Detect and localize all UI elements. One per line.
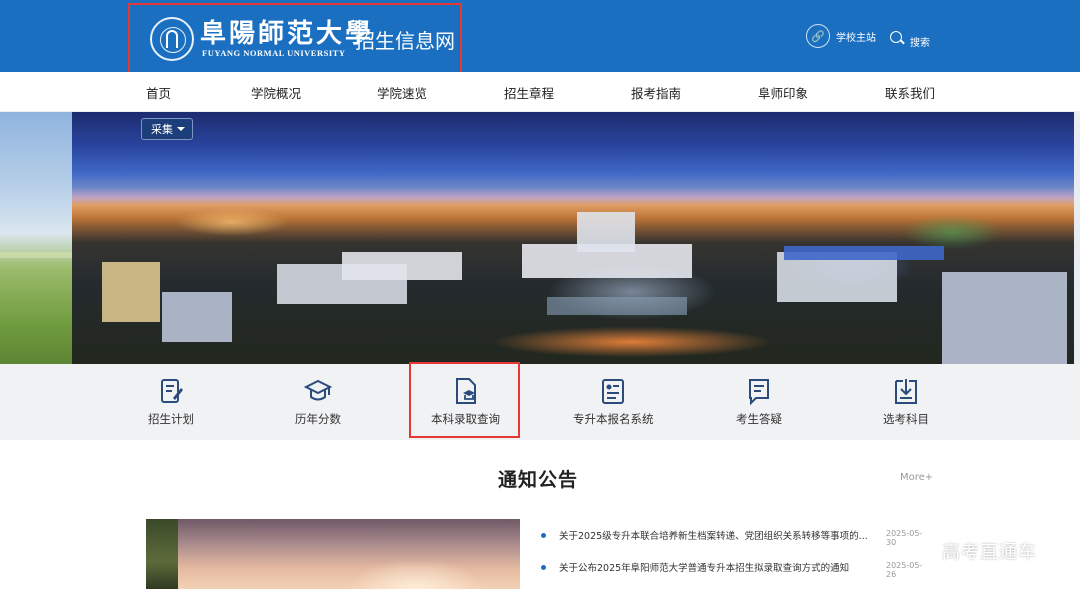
list-item[interactable]: 关于2025级专升本联合培养新生档案转递、党团组织关系转移等事项的... 202… xyxy=(541,528,931,547)
quick-link-label: 招生计划 xyxy=(148,412,194,426)
quick-link-label: 历年分数 xyxy=(295,412,341,426)
campus-night-photo xyxy=(72,112,1080,364)
quick-links-bar: 招生计划 历年分数 本科录取查询 专升本报名系统 考生答疑 选考科目 xyxy=(0,364,1080,440)
quick-link-label: 专升本报名系统 xyxy=(573,412,654,426)
nav-item-overview[interactable]: 学院概况 xyxy=(251,83,301,102)
hero-banner[interactable]: 采集 xyxy=(0,112,1080,364)
quick-link-past-scores[interactable]: 历年分数 xyxy=(295,376,341,427)
quick-link-enrollment-plan[interactable]: 招生计划 xyxy=(148,376,194,427)
bullet-icon xyxy=(541,533,546,538)
notice-section-title: 通知公告 xyxy=(498,469,579,491)
university-seal-icon xyxy=(150,17,194,61)
download-subjects-icon xyxy=(895,379,917,404)
quick-link-label: 考生答疑 xyxy=(736,412,782,426)
quick-link-registration-system[interactable]: 专升本报名系统 xyxy=(573,376,654,427)
brand-logo-link[interactable]: 阜陽師范大學 FUYANG NORMAL UNIVERSITY 招生信息网 xyxy=(128,3,462,74)
previous-slide-preview xyxy=(0,112,72,364)
caret-down-icon xyxy=(177,127,185,131)
watermark: 高考直通车 xyxy=(942,542,1037,563)
notice-text[interactable]: 关于2025级专升本联合培养新生档案转递、党团组织关系转移等事项的... xyxy=(559,528,884,542)
more-link[interactable]: More+ xyxy=(900,472,933,483)
quick-link-qa[interactable]: 考生答疑 xyxy=(736,376,782,427)
qa-icon xyxy=(749,379,769,406)
notice-date: 2025-05-30 xyxy=(886,529,923,547)
collection-dropdown[interactable]: 采集 xyxy=(141,118,193,140)
notice-text[interactable]: 关于公布2025年阜阳师范大学普通专升本招生拟录取查询方式的通知 xyxy=(559,560,884,574)
school-main-site-label: 学校主站 xyxy=(836,32,876,44)
search-label: 搜索 xyxy=(910,37,930,49)
bullet-icon xyxy=(541,565,546,570)
search-button[interactable]: 搜索 xyxy=(890,26,930,50)
next-slide-edge xyxy=(1074,112,1080,364)
collection-dropdown-label: 采集 xyxy=(151,123,173,136)
nav-item-regulations[interactable]: 招生章程 xyxy=(504,83,554,102)
brand-name-en: FUYANG NORMAL UNIVERSITY xyxy=(202,48,346,58)
registration-system-icon xyxy=(602,379,625,404)
notice-feature-image[interactable] xyxy=(146,519,520,589)
nav-item-contact[interactable]: 联系我们 xyxy=(885,83,935,102)
nav-item-impression[interactable]: 阜师印象 xyxy=(758,83,808,102)
nav-item-guide[interactable]: 报考指南 xyxy=(631,83,681,102)
nav-item-quick-view[interactable]: 学院速览 xyxy=(377,83,427,102)
graduation-cap-icon xyxy=(303,379,333,401)
quick-link-label: 选考科目 xyxy=(883,412,929,426)
plan-icon xyxy=(161,379,183,403)
list-item[interactable]: 关于公布2025年阜阳师范大学普通专升本招生拟录取查询方式的通知 2025-05… xyxy=(541,560,931,579)
site-name: 招生信息网 xyxy=(355,29,455,53)
search-icon xyxy=(890,31,904,45)
brand-name-cn: 阜陽師范大學 xyxy=(200,19,375,49)
school-main-site-link[interactable]: 🔗 学校主站 xyxy=(806,24,876,48)
main-nav: 首页 学院概况 学院速览 招生章程 报考指南 阜师印象 联系我们 xyxy=(0,72,1080,112)
nav-item-home[interactable]: 首页 xyxy=(146,83,171,102)
notice-date: 2025-05-26 xyxy=(886,561,923,579)
link-icon: 🔗 xyxy=(806,24,830,48)
site-header: 阜陽師范大學 FUYANG NORMAL UNIVERSITY 招生信息网 🔗 … xyxy=(0,0,1080,74)
admission-query-highlight xyxy=(409,362,520,438)
quick-link-subjects[interactable]: 选考科目 xyxy=(883,376,929,427)
